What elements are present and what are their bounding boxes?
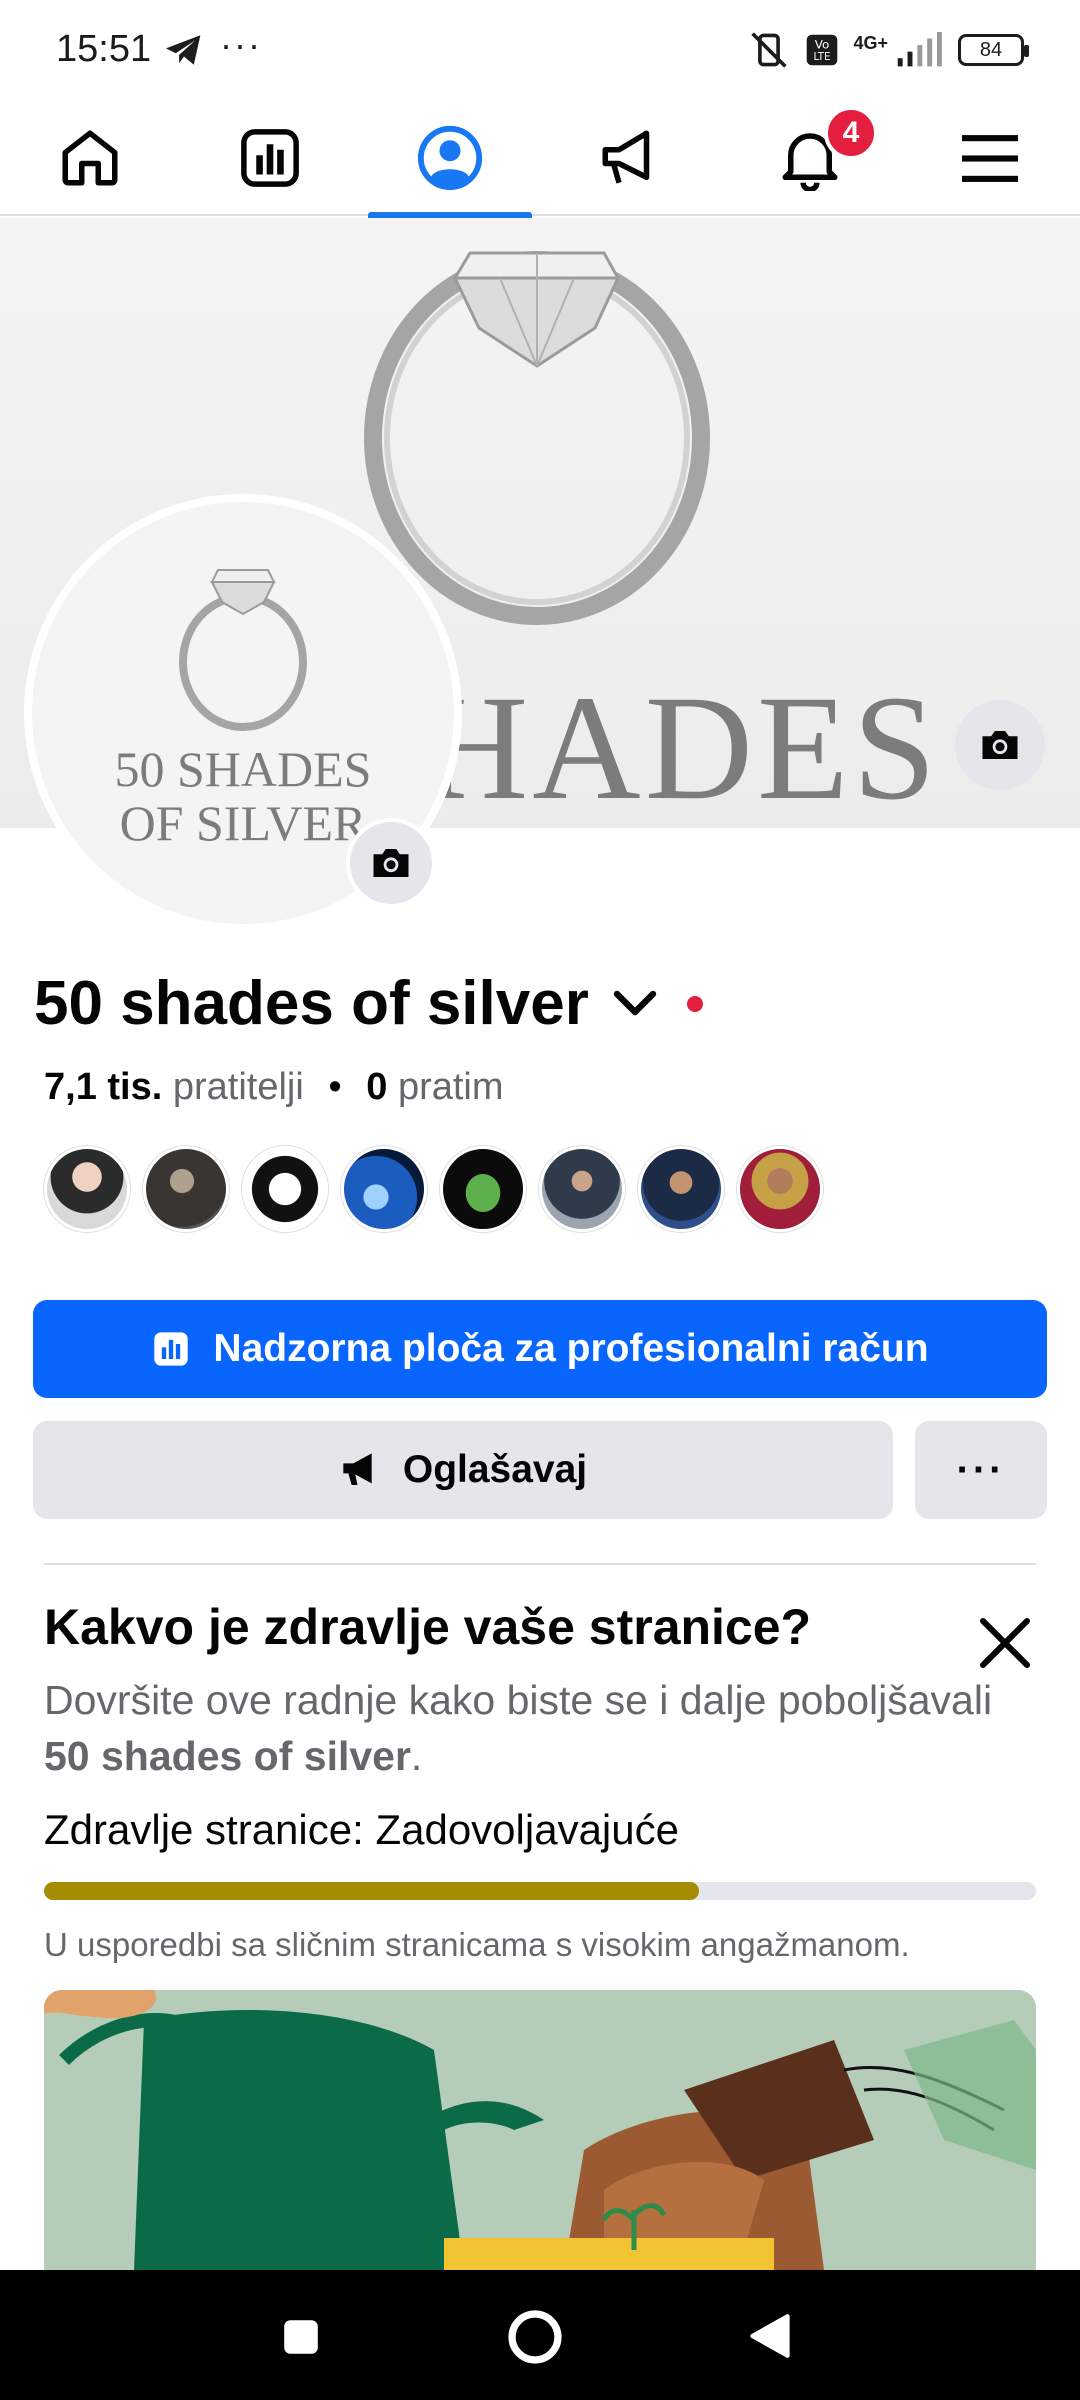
telegram-icon: [166, 35, 201, 65]
megaphone-icon: [343, 1453, 372, 1485]
divider: [44, 1563, 1036, 1565]
page-health-status: Zdravlje stranice: Zadovoljavajuće: [44, 1806, 679, 1854]
health-progress-bar: [44, 1882, 1036, 1900]
signal-icon: [897, 32, 942, 67]
professional-dashboard-label: Nadzorna ploča za profesionalni račun: [213, 1327, 929, 1370]
health-status-label: Zdravlje stranice:: [44, 1806, 364, 1853]
following-count[interactable]: 0: [366, 1066, 387, 1108]
follower-avatar[interactable]: [143, 1146, 229, 1232]
nav-profile[interactable]: [368, 100, 532, 218]
camera-icon: [373, 849, 409, 877]
svg-text:LTE: LTE: [814, 52, 831, 63]
notification-badge: 4: [824, 106, 878, 160]
health-desc-prefix: Dovršite ove radnje kako biste se i dalj…: [44, 1677, 993, 1723]
page-health-title: Kakvo je zdravlje vaše stranice?: [44, 1599, 812, 1655]
home-button[interactable]: [506, 2308, 564, 2366]
status-indicators: Vo LTE 4G+ 84: [747, 30, 1029, 70]
edit-cover-button[interactable]: [955, 700, 1045, 790]
battery-icon: 84: [958, 34, 1029, 66]
camera-icon: [982, 731, 1018, 759]
status-time: 15:51: [56, 28, 152, 70]
follower-avatar[interactable]: [737, 1146, 823, 1232]
follower-avatar[interactable]: [341, 1146, 427, 1232]
nav-dashboard[interactable]: [188, 100, 352, 216]
health-progress-fill: [44, 1882, 699, 1900]
followers-label[interactable]: pratitelji: [173, 1066, 304, 1108]
follower-avatar[interactable]: [44, 1146, 130, 1232]
battery-level: 84: [979, 38, 1003, 61]
avatar-line1: 50 SHADES: [114, 741, 372, 797]
home-icon: [62, 130, 118, 186]
megaphone-icon: [602, 130, 650, 184]
advertise-label: Oglašavaj: [402, 1448, 588, 1491]
system-navigation-bar: [0, 2270, 1080, 2400]
top-navigation: 4: [0, 100, 1080, 218]
more-notifications-icon: ···: [220, 24, 262, 65]
following-label[interactable]: pratim: [398, 1066, 504, 1108]
page-stats: 7,1 tis. pratitelji • 0 pratim: [44, 1066, 504, 1109]
chart-icon: [154, 1332, 189, 1366]
page-health-description: Dovršite ove radnje kako biste se i dalj…: [44, 1672, 1004, 1784]
page-title[interactable]: 50 shades of silver: [34, 968, 703, 1039]
hamburger-icon: [962, 135, 1018, 182]
follower-avatar[interactable]: [539, 1146, 625, 1232]
nav-menu[interactable]: [908, 100, 1072, 216]
recents-button[interactable]: [280, 2316, 322, 2358]
more-icon: ···: [956, 1447, 1006, 1492]
chart-icon: [241, 129, 299, 187]
profile-icon: [417, 125, 483, 191]
nav-notifications[interactable]: 4: [728, 100, 892, 216]
page-name-text: 50 shades of silver: [34, 969, 589, 1038]
status-dot: [686, 995, 703, 1012]
nav-ads[interactable]: [548, 100, 712, 216]
volte-icon: Vo LTE: [807, 34, 838, 66]
vibrate-off-icon: [751, 32, 788, 68]
health-desc-suffix: .: [410, 1733, 423, 1779]
professional-dashboard-button[interactable]: Nadzorna ploča za profesionalni račun: [33, 1300, 1047, 1398]
network-type: 4G+: [853, 32, 888, 53]
follower-avatar[interactable]: [440, 1146, 526, 1232]
follower-avatar[interactable]: [638, 1146, 724, 1232]
svg-text:Vo: Vo: [815, 37, 830, 51]
follower-avatars: [44, 1146, 823, 1232]
close-icon[interactable]: [972, 1610, 1038, 1676]
health-illustration: [44, 1990, 1036, 2270]
chevron-down-icon[interactable]: [611, 987, 659, 1021]
health-comparison-note: U usporedbi sa sličnim stranicama s viso…: [44, 1926, 910, 1963]
back-button[interactable]: [748, 2312, 792, 2360]
follower-avatar[interactable]: [242, 1146, 328, 1232]
cover-text: HADES: [420, 665, 941, 828]
followers-count[interactable]: 7,1 tis.: [44, 1066, 162, 1108]
health-desc-page: 50 shades of silver: [44, 1733, 411, 1779]
nav-home[interactable]: [8, 100, 172, 216]
stats-separator: •: [328, 1066, 342, 1108]
advertise-button[interactable]: Oglašavaj: [33, 1421, 893, 1519]
more-options-button[interactable]: ···: [915, 1421, 1047, 1519]
status-bar: 15:51 ··· Vo LTE 4G+ 84: [0, 0, 1080, 100]
edit-avatar-button[interactable]: [346, 818, 436, 908]
health-status-value: Zadovoljavajuće: [375, 1806, 679, 1853]
gardening-illustration: [44, 1990, 1036, 2270]
